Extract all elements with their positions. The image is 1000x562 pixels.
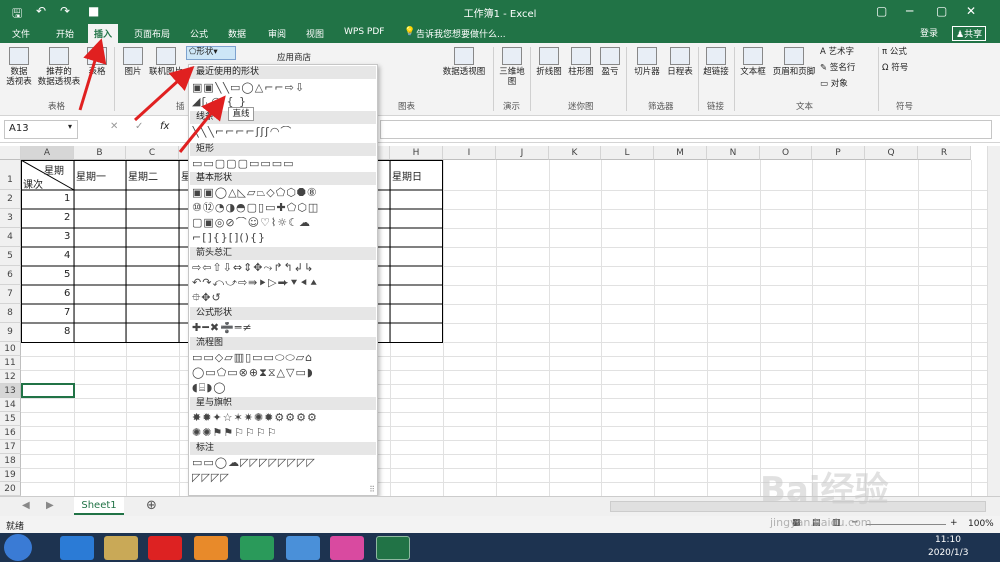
red-arrow — [78, 38, 107, 111]
annotation-arrows — [78, 38, 226, 153]
red-arrow — [178, 95, 226, 153]
red-arrow — [133, 65, 195, 122]
